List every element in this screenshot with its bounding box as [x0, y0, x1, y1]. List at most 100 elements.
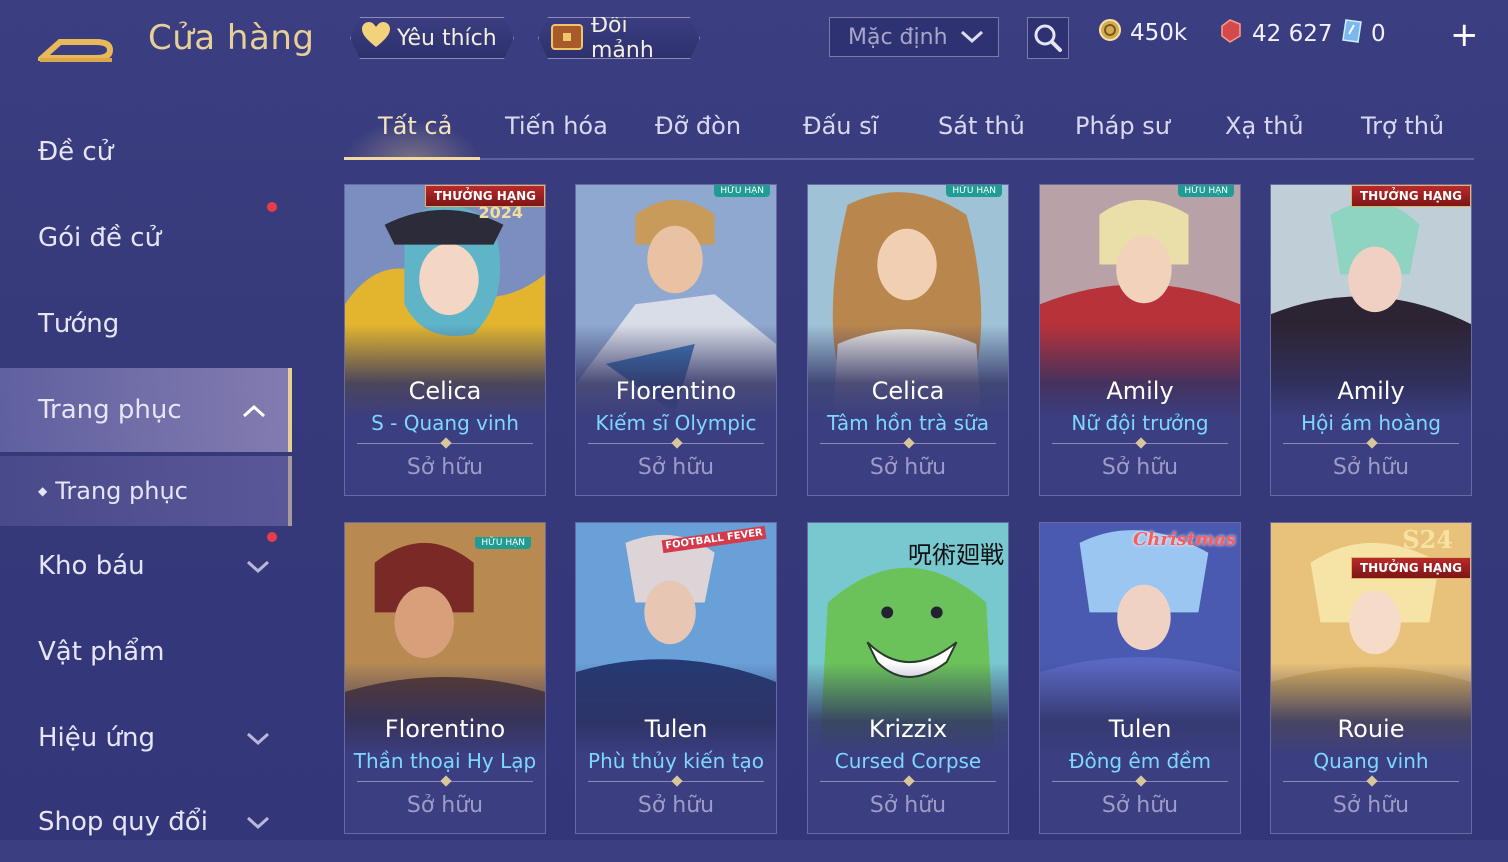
voucher-balance: 0	[1341, 18, 1386, 50]
rank-reward-badge: THƯỞNG HẠNG	[1350, 557, 1471, 579]
skin-name: Tâm hồn trà sữa	[827, 411, 989, 435]
skin-card[interactable]: THƯỞNG HẠNG Amily Hội ám hoàng Sở hữu	[1270, 184, 1472, 496]
hero-name: Florentino	[615, 377, 737, 405]
owned-status: Sở hữu	[869, 455, 947, 480]
owned-status: Sở hữu	[637, 455, 715, 480]
owned-status: Sở hữu	[406, 455, 484, 480]
tab-marksman[interactable]: Xạ thủ	[1225, 112, 1304, 140]
hero-name: Amily	[1337, 377, 1405, 405]
sidebar-item-label: Gói đề cử	[38, 223, 162, 253]
owned-status: Sở hữu	[1101, 455, 1179, 480]
collab-logo: 呪術廻戦	[908, 541, 1004, 569]
trade-fragments-button[interactable]: Đổi mảnh	[538, 17, 700, 59]
owned-status: Sở hữu	[1332, 793, 1410, 818]
hero-name: Tulen	[1108, 715, 1172, 743]
tab-assassin[interactable]: Sát thủ	[938, 112, 1025, 140]
skin-card[interactable]: HỮU HẠN Amily Nữ đội trưởng Sở hữu	[1039, 184, 1241, 496]
category-tabs: Tất cả Tiến hóa Đỡ đòn Đấu sĩ Sát thủ Ph…	[344, 100, 1474, 160]
tab-tank[interactable]: Đỡ đòn	[655, 112, 741, 140]
chevron-down-icon	[960, 25, 984, 50]
chevron-down-icon	[246, 723, 270, 753]
chest-icon	[549, 19, 585, 57]
skin-name: Quang vinh	[1313, 749, 1429, 773]
bullet-icon: ◆	[38, 484, 48, 498]
skin-name: Phù thủy kiến tạo	[588, 749, 764, 773]
hero-name: Krizzix	[868, 715, 948, 743]
sidebar-item-skins[interactable]: Trang phục	[0, 368, 292, 452]
skin-name: Nữ đội trưởng	[1071, 411, 1209, 435]
sidebar-item-label: Trang phục	[38, 395, 182, 425]
heart-icon	[361, 21, 391, 55]
sidebar-item-label: Đề cử	[38, 137, 114, 167]
tab-fighter[interactable]: Đấu sĩ	[803, 112, 878, 140]
rank-reward-badge: THƯỞNG HẠNG	[1350, 185, 1471, 207]
skin-name: Thần thoại Hy Lạp	[353, 749, 537, 773]
skin-card[interactable]: HỮU HẠN Florentino Kiếm sĩ Olympic Sở hữ…	[575, 184, 777, 496]
sidebar-item-treasure[interactable]: Kho báu	[0, 526, 292, 606]
tab-mage[interactable]: Pháp sư	[1075, 112, 1170, 140]
owned-status: Sở hữu	[406, 793, 484, 818]
skin-card[interactable]: FOOTBALL FEVER Tulen Phù thủy kiến tạo S…	[575, 522, 777, 834]
sidebar-item-heroes[interactable]: Tướng	[0, 284, 292, 364]
chevron-up-icon	[242, 395, 266, 425]
hero-name: Amily	[1106, 377, 1174, 405]
sort-value: Mặc định	[848, 24, 948, 50]
sidebar-item-label: Vật phẩm	[38, 637, 165, 667]
gold-coin-icon	[1098, 18, 1122, 48]
ruby-balance: 42 627	[1218, 18, 1332, 50]
voucher-amount: 0	[1371, 21, 1386, 47]
hero-name: Tulen	[644, 715, 708, 743]
search-button[interactable]	[1027, 17, 1069, 59]
notification-dot	[267, 202, 277, 212]
tab-evolution[interactable]: Tiến hóa	[505, 112, 608, 140]
skin-card[interactable]: HỮU HẠN Florentino Thần thoại Hy Lạp Sở …	[344, 522, 546, 834]
skin-card[interactable]: THƯỞNG HẠNG 2024 Celica S - Quang vinh S…	[344, 184, 546, 496]
gold-balance: 450k	[1098, 18, 1187, 48]
notification-dot	[267, 532, 277, 542]
sidebar-item-items[interactable]: Vật phẩm	[0, 612, 292, 692]
skin-name: Cursed Corpse	[834, 749, 982, 773]
sidebar-item-exchange-shop[interactable]: Shop quy đổi	[0, 782, 292, 862]
hero-name: Celica	[408, 377, 482, 405]
tab-support[interactable]: Trợ thủ	[1361, 112, 1444, 140]
chevron-down-icon	[246, 807, 270, 837]
favorite-button[interactable]: Yêu thích	[350, 17, 514, 59]
gold-amount: 450k	[1130, 20, 1188, 46]
back-button[interactable]	[34, 18, 116, 66]
owned-status: Sở hữu	[1332, 455, 1410, 480]
owned-status: Sở hữu	[869, 793, 947, 818]
sidebar-item-recommended[interactable]: Đề cử	[0, 112, 292, 192]
trade-label: Đổi mảnh	[591, 13, 654, 63]
sidebar-item-label: Kho báu	[38, 551, 145, 581]
skin-card[interactable]: 呪術廻戦 Krizzix Cursed Corpse Sở hữu	[807, 522, 1009, 834]
season-label: S24	[1402, 525, 1453, 554]
owned-status: Sở hữu	[637, 793, 715, 818]
chevron-down-icon	[246, 551, 270, 581]
limited-badge: HỮU HẠN	[475, 537, 531, 549]
tab-all[interactable]: Tất cả	[378, 112, 452, 140]
hero-name: Rouie	[1337, 715, 1405, 743]
sidebar-item-label: Trang phục	[55, 477, 188, 505]
add-currency-button[interactable]: +	[1450, 18, 1479, 52]
sort-select[interactable]: Mặc định	[829, 17, 999, 57]
skin-name: Kiếm sĩ Olympic	[595, 411, 757, 435]
sidebar-item-label: Shop quy đổi	[38, 807, 208, 837]
skin-name: Hội ám hoàng	[1301, 411, 1441, 435]
ruby-amount: 42 627	[1252, 21, 1333, 47]
sidebar: Đề cử Gói đề cử Tướng Trang phục ◆ Trang…	[0, 100, 292, 840]
voucher-icon	[1341, 18, 1363, 50]
skin-card[interactable]: S24 THƯỞNG HẠNG Rouie Quang vinh Sở hữu	[1270, 522, 1472, 834]
favorite-label: Yêu thích	[397, 25, 497, 51]
limited-badge: HỮU HẠN	[1178, 185, 1234, 197]
skin-card[interactable]: Christmas Tulen Đông êm đềm Sở hữu	[1039, 522, 1241, 834]
active-tab-underline	[344, 157, 480, 160]
sidebar-item-recommended-packs[interactable]: Gói đề cử	[0, 198, 292, 278]
skin-name: Đông êm đềm	[1068, 749, 1212, 773]
search-icon	[1034, 24, 1062, 52]
ruby-icon	[1218, 18, 1244, 50]
owned-status: Sở hữu	[1101, 793, 1179, 818]
sidebar-item-effects[interactable]: Hiệu ứng	[0, 698, 292, 778]
skin-card[interactable]: HỮU HẠN Celica Tâm hồn trà sữa Sở hữu	[807, 184, 1009, 496]
back-arrow-icon	[34, 39, 114, 62]
sidebar-subitem-skins[interactable]: ◆ Trang phục	[0, 456, 292, 526]
